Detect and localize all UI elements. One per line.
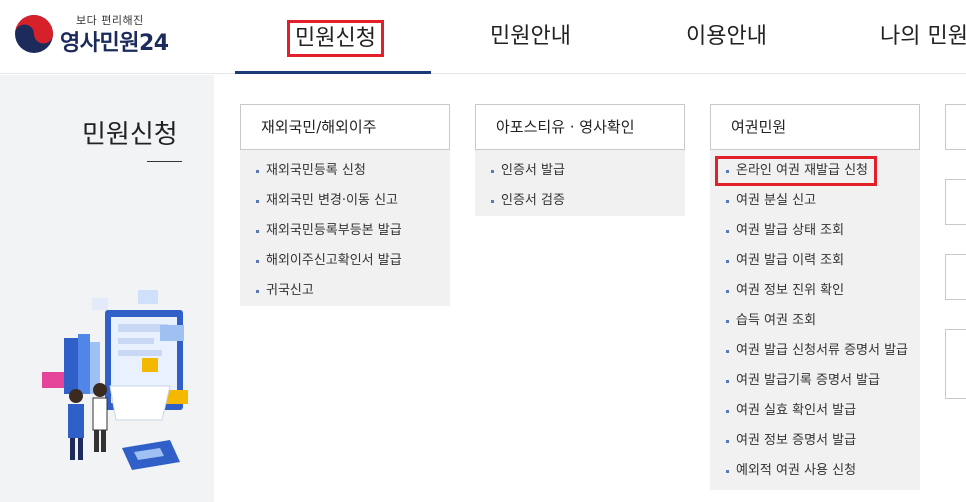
menu-item[interactable]: 여권 발급 신청서류 증명서 발급	[710, 336, 920, 366]
side-panel-title: 민원신청	[82, 120, 178, 150]
category-header[interactable]: 재외국민/해외이주	[240, 104, 450, 150]
nav-active-indicator	[235, 71, 431, 74]
menu-list: 온라인 여권 재발급 신청 여권 분실 신고 여권 발급 상태 조회 여권 발급…	[710, 150, 920, 490]
category-header-partial[interactable]	[945, 329, 966, 399]
nav-usage[interactable]: 이용안내	[686, 22, 767, 58]
menu-item[interactable]: 예외적 여권 사용 신청	[710, 456, 920, 486]
nav-guide[interactable]: 민원안내	[490, 22, 571, 58]
category-header[interactable]: 여권민원	[710, 104, 920, 150]
title-divider	[147, 161, 182, 162]
menu-item-online-passport-reissue[interactable]: 온라인 여권 재발급 신청	[715, 156, 877, 186]
menu-item[interactable]: 여권 발급기록 증명서 발급	[710, 366, 920, 396]
menu-item[interactable]: 습득 여권 조회	[710, 306, 920, 336]
taegeuk-logo-icon	[15, 15, 53, 53]
menu-list: 인증서 발급 인증서 검증	[475, 150, 685, 216]
menu-item[interactable]: 재외국민등록부등본 발급	[240, 216, 450, 246]
top-header: 보다 편리해진 영사민원24 민원신청 민원안내 이용안내 나의 민원	[0, 0, 966, 74]
menu-list: 재외국민등록 신청 재외국민 변경·이동 신고 재외국민등록부등본 발급 해외이…	[240, 150, 450, 306]
menu-item[interactable]: 여권 발급 이력 조회	[710, 246, 920, 276]
nav-my-civil[interactable]: 나의 민원	[880, 22, 966, 58]
category-header-partial[interactable]	[945, 254, 966, 300]
menu-item[interactable]: 귀국신고	[240, 276, 450, 306]
menu-item[interactable]: 재외국민등록 신청	[240, 156, 450, 186]
menu-item[interactable]: 여권 정보 진위 확인	[710, 276, 920, 306]
menu-item[interactable]: 여권 분실 신고	[710, 186, 920, 216]
category-passport: 여권민원 온라인 여권 재발급 신청 여권 분실 신고 여권 발급 상태 조회 …	[710, 104, 920, 490]
menu-item[interactable]: 인증서 검증	[475, 186, 685, 216]
category-header-partial[interactable]	[945, 179, 966, 225]
menu-item[interactable]: 해외이주신고확인서 발급	[240, 246, 450, 276]
menu-item[interactable]: 인증서 발급	[475, 156, 685, 186]
menu-item[interactable]: 재외국민 변경·이동 신고	[240, 186, 450, 216]
nav-apply[interactable]: 민원신청	[287, 20, 384, 57]
menu-item[interactable]: 여권 정보 증명서 발급	[710, 426, 920, 456]
category-overseas-residents: 재외국민/해외이주 재외국민등록 신청 재외국민 변경·이동 신고 재외국민등록…	[240, 104, 450, 306]
category-apostille: 아포스티유 · 영사확인 인증서 발급 인증서 검증	[475, 104, 685, 216]
category-header-partial[interactable]	[945, 104, 966, 150]
category-header[interactable]: 아포스티유 · 영사확인	[475, 104, 685, 150]
menu-item[interactable]: 여권 실효 확인서 발급	[710, 396, 920, 426]
office-illustration	[42, 290, 188, 470]
site-logo[interactable]: 보다 편리해진 영사민원24	[14, 12, 184, 60]
logo-title: 영사민원24	[60, 31, 169, 56]
menu-item[interactable]: 여권 발급 상태 조회	[710, 216, 920, 246]
